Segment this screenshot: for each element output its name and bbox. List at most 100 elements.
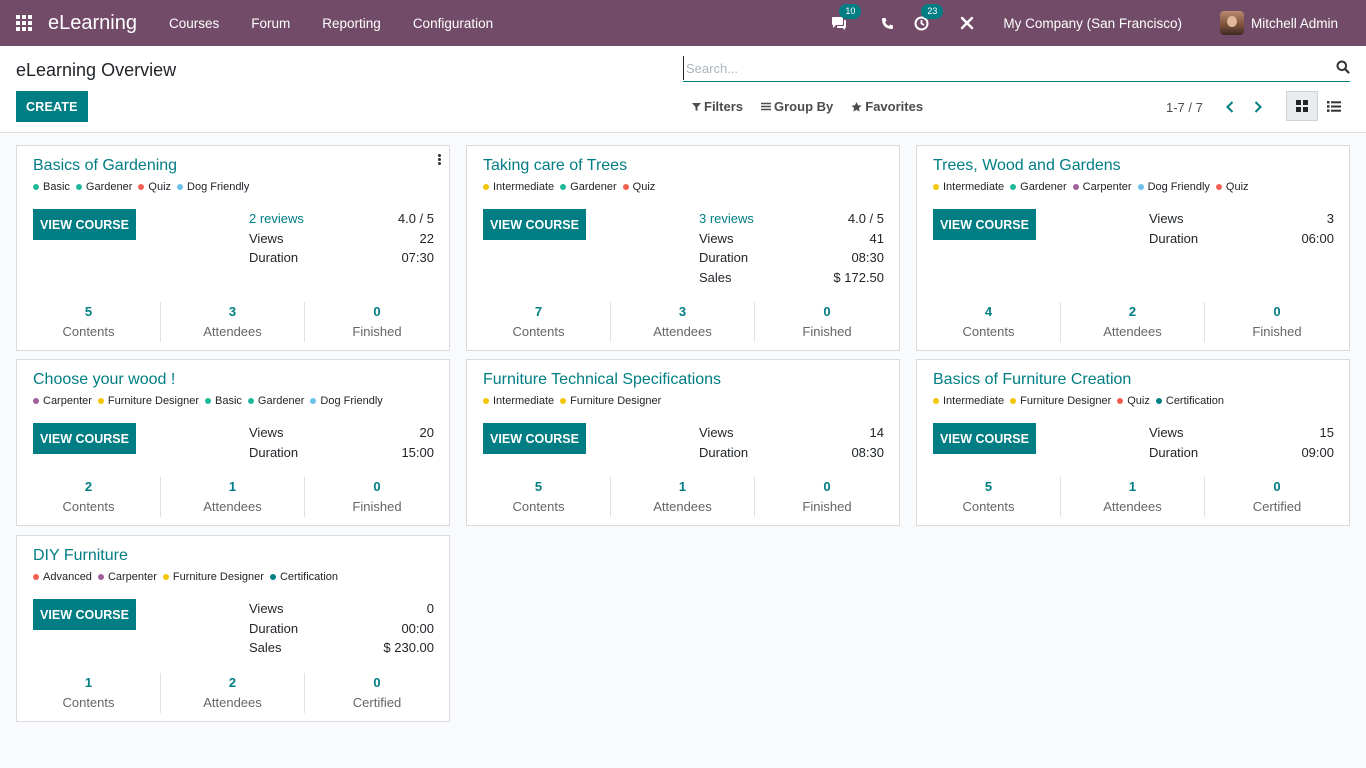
tag-color-dot	[933, 398, 939, 404]
footer-stat-finished[interactable]: 0 Finished	[755, 302, 899, 342]
footer-stat-attendees[interactable]: 2 Attendees	[161, 673, 305, 713]
course-tag: Gardener	[247, 395, 304, 407]
create-button[interactable]: CREATE	[16, 91, 88, 122]
list-view-button[interactable]	[1318, 91, 1350, 121]
menu-courses[interactable]: Courses	[153, 16, 235, 31]
course-title[interactable]: Choose your wood !	[33, 371, 175, 389]
course-stats: Views 20 Duration 15:00	[249, 425, 434, 464]
app-brand[interactable]: eLearning	[48, 12, 137, 35]
view-course-button[interactable]: VIEW COURSE	[483, 209, 586, 240]
view-course-button[interactable]: VIEW COURSE	[933, 423, 1036, 454]
search-input[interactable]	[683, 56, 1323, 80]
stat-row: Duration 07:30	[249, 250, 434, 270]
menu-forum[interactable]: Forum	[235, 16, 306, 31]
kanban-view-button[interactable]	[1286, 91, 1318, 121]
course-tag: Gardener	[1010, 181, 1067, 193]
footer-stat-certified[interactable]: 0 Certified	[305, 673, 449, 713]
course-tag: Certification	[1155, 395, 1224, 407]
footer-stat-contents[interactable]: 4 Contents	[917, 302, 1061, 342]
activities-clock-icon[interactable]: 23	[911, 4, 944, 33]
stat-label: Views	[1149, 425, 1184, 440]
footer-stat-finished[interactable]: 0 Finished	[755, 477, 899, 517]
favorites-dropdown[interactable]: Favorites	[851, 99, 923, 114]
tag-label: Intermediate	[493, 395, 555, 407]
view-course-button[interactable]: VIEW COURSE	[33, 209, 136, 240]
page-title: eLearning Overview	[16, 60, 177, 80]
course-title[interactable]: Basics of Furniture Creation	[933, 371, 1131, 389]
view-course-button[interactable]: VIEW COURSE	[933, 209, 1036, 240]
footer-stat-count: 0	[373, 675, 381, 690]
course-stats: Views 14 Duration 08:30	[699, 425, 884, 464]
tag-color-dot	[1137, 184, 1144, 190]
footer-stat-contents[interactable]: 5 Contents	[917, 477, 1061, 517]
stat-value: 0	[426, 601, 434, 616]
course-tag: Quiz	[622, 181, 655, 193]
messages-icon[interactable]: 10	[829, 4, 862, 33]
view-course-button[interactable]: VIEW COURSE	[483, 423, 586, 454]
footer-stat-label: Contents	[62, 695, 115, 710]
course-tags: Basic Gardener Quiz Dog Friendly	[33, 181, 255, 193]
debug-tools-icon[interactable]	[957, 13, 977, 33]
tag-label: Furniture Designer	[570, 395, 662, 407]
pager-previous-button[interactable]	[1219, 98, 1241, 116]
stat-row: 3 reviews 4.0 / 5	[699, 211, 884, 231]
stat-value: 09:00	[1301, 444, 1334, 460]
footer-stat-finished[interactable]: 0 Finished	[305, 302, 449, 342]
footer-stat-attendees[interactable]: 3 Attendees	[611, 302, 755, 342]
phone-icon[interactable]	[877, 13, 897, 33]
card-menu-icon[interactable]	[438, 154, 442, 166]
footer-stat-finished[interactable]: 0 Finished	[305, 477, 449, 517]
search-icon[interactable]	[1336, 60, 1350, 74]
course-card[interactable]: Trees, Wood and Gardens Intermediate Garde…	[916, 145, 1350, 351]
apps-menu-icon[interactable]	[16, 15, 34, 31]
tag-color-dot	[138, 184, 145, 190]
footer-stat-attendees[interactable]: 2 Attendees	[1061, 302, 1205, 342]
footer-stat-attendees[interactable]: 3 Attendees	[161, 302, 305, 342]
course-tag: Carpenter	[33, 395, 92, 407]
course-title[interactable]: Basics of Gardening	[33, 157, 177, 175]
view-course-button[interactable]: VIEW COURSE	[33, 599, 136, 630]
footer-stat-finished[interactable]: 0 Finished	[1205, 302, 1349, 342]
course-title[interactable]: Taking care of Trees	[483, 157, 627, 175]
course-tag: Gardener	[560, 181, 617, 193]
reviews-link[interactable]: 2 reviews	[249, 211, 304, 231]
footer-stat-contents[interactable]: 2 Contents	[17, 477, 161, 517]
stat-row: Views 14	[699, 425, 884, 445]
footer-stat-contents[interactable]: 5 Contents	[17, 302, 161, 342]
course-card[interactable]: Basics of Gardening Basic Gardener Quiz Dog …	[16, 145, 450, 351]
footer-stat-count: 1	[678, 479, 687, 494]
course-tag: Carpenter	[1072, 181, 1132, 193]
footer-stat-attendees[interactable]: 1 Attendees	[1061, 477, 1205, 517]
footer-stat-contents[interactable]: 1 Contents	[17, 673, 161, 713]
stat-label: Views	[699, 425, 734, 440]
course-tag: Carpenter	[97, 571, 157, 583]
footer-stat-attendees[interactable]: 1 Attendees	[161, 477, 305, 517]
course-card[interactable]: Furniture Technical Specifications Interm…	[466, 359, 900, 526]
filters-dropdown[interactable]: Filters	[692, 99, 743, 114]
course-card[interactable]: Basics of Furniture Creation Intermediate…	[916, 359, 1350, 526]
course-title[interactable]: DIY Furniture	[33, 547, 128, 565]
activities-badge: 23	[921, 4, 944, 19]
course-title[interactable]: Trees, Wood and Gardens	[933, 157, 1121, 175]
menu-configuration[interactable]: Configuration	[397, 16, 509, 31]
pager-value[interactable]: 1-7 / 7	[1166, 100, 1203, 115]
footer-stat-certified[interactable]: 0 Certified	[1205, 477, 1349, 517]
stat-value: 15:00	[401, 444, 434, 460]
course-title[interactable]: Furniture Technical Specifications	[483, 371, 721, 389]
course-card[interactable]: DIY Furniture Advanced Carpenter Furniture …	[16, 535, 450, 722]
footer-stat-contents[interactable]: 5 Contents	[467, 477, 611, 517]
footer-stat-attendees[interactable]: 1 Attendees	[611, 477, 755, 517]
menu-reporting[interactable]: Reporting	[306, 16, 397, 31]
footer-stat-contents[interactable]: 7 Contents	[467, 302, 611, 342]
user-menu[interactable]: Mitchell Admin	[1219, 11, 1338, 35]
footer-stat-label: Finished	[1252, 324, 1302, 339]
reviews-link[interactable]: 3 reviews	[699, 211, 754, 231]
groupby-dropdown[interactable]: Group By	[761, 99, 833, 114]
company-switcher[interactable]: My Company (San Francisco)	[1003, 16, 1182, 31]
view-course-button[interactable]: VIEW COURSE	[33, 423, 136, 454]
course-card[interactable]: Choose your wood ! Carpenter Furniture Des…	[16, 359, 450, 526]
course-card[interactable]: Taking care of Trees Intermediate Gardener…	[466, 145, 900, 351]
footer-stat-count: 5	[984, 479, 993, 494]
pager-next-button[interactable]	[1247, 98, 1269, 116]
tag-label: Certification	[279, 571, 339, 583]
